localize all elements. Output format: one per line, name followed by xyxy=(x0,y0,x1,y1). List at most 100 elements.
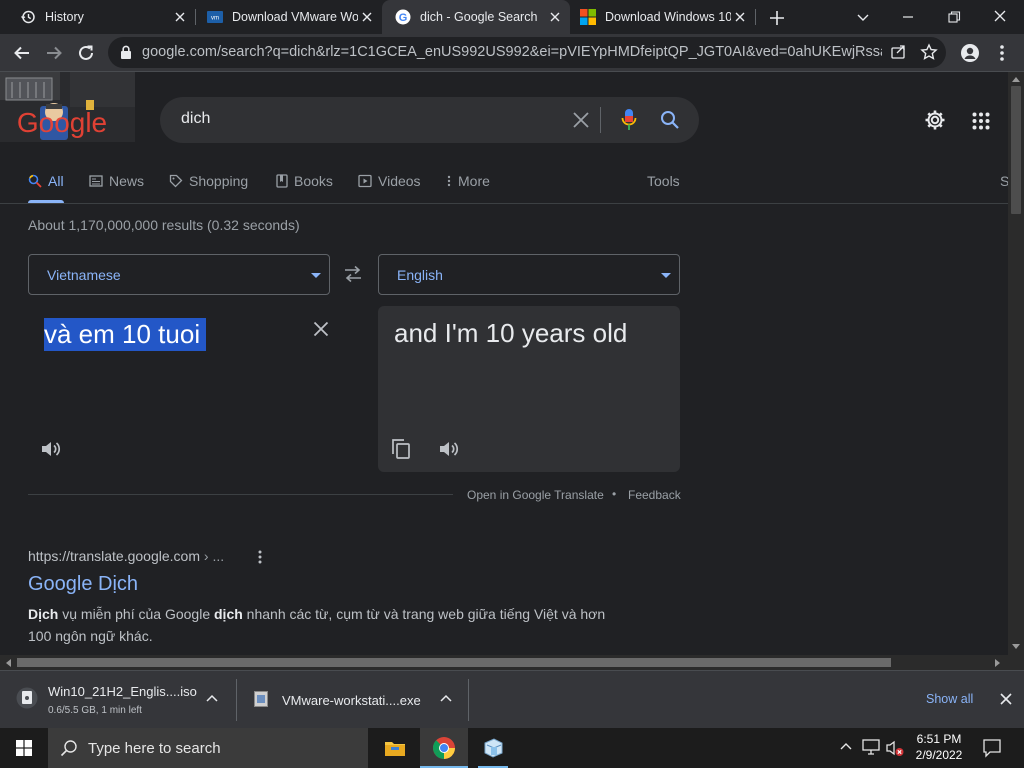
swap-languages-icon[interactable] xyxy=(343,265,363,283)
network-icon[interactable] xyxy=(862,739,880,755)
listen-translation-icon[interactable] xyxy=(438,439,460,459)
clear-search-icon[interactable] xyxy=(571,110,591,130)
result-url[interactable]: https://translate.google.com › ... xyxy=(28,548,224,564)
tools-button[interactable]: Tools xyxy=(647,172,680,190)
search-box[interactable]: dich xyxy=(160,97,699,143)
result-title-link[interactable]: Google Dịch xyxy=(28,573,138,596)
snippet-text: vụ miễn phí của Google xyxy=(58,606,214,622)
search-icon xyxy=(28,174,42,188)
file-explorer-taskbar-button[interactable] xyxy=(374,728,416,768)
open-in-translate-link[interactable]: Open in Google Translate xyxy=(467,488,604,502)
microphone-icon[interactable] xyxy=(621,108,637,132)
tab-label: All xyxy=(48,173,64,189)
taskbar-search-box[interactable]: Type here to search xyxy=(48,728,368,768)
result-url-host: https://translate.google.com xyxy=(28,548,200,564)
bookmark-star-icon[interactable] xyxy=(920,43,938,61)
tab-vmware[interactable]: vm Download VMware Wo xyxy=(187,0,382,34)
dropdown-arrow-icon xyxy=(311,273,321,278)
close-tab-icon[interactable] xyxy=(731,8,749,26)
dropdown-arrow-icon xyxy=(661,273,671,278)
translation-output: and I'm 10 years old xyxy=(394,318,628,348)
search-query[interactable]: dich xyxy=(181,110,210,128)
vmware-taskbar-button[interactable] xyxy=(472,728,514,768)
new-tab-icon[interactable] xyxy=(766,7,788,29)
tab-all[interactable]: All xyxy=(28,172,64,190)
horizontal-scrollbar[interactable] xyxy=(0,655,1024,670)
search-divider xyxy=(600,107,601,133)
address-bar[interactable]: google.com/search?q=dich&rlz=1C1GCEA_enU… xyxy=(108,37,946,68)
tab-windows[interactable]: Download Windows 10 xyxy=(560,0,755,34)
download-status: 0.6/5.5 GB, 1 min left xyxy=(48,705,142,716)
start-button[interactable] xyxy=(0,728,48,768)
svg-text:G: G xyxy=(399,12,408,24)
settings-gear-icon[interactable] xyxy=(924,109,946,131)
google-icon: G xyxy=(395,9,411,25)
chevron-up-icon[interactable] xyxy=(440,694,452,702)
listen-source-icon[interactable] xyxy=(40,439,62,459)
book-icon xyxy=(276,174,288,188)
snippet-text: 100 ngôn ngữ khác. xyxy=(28,628,153,644)
tab-divider xyxy=(755,9,756,25)
scroll-up-arrow-icon[interactable] xyxy=(1012,76,1020,82)
tab-videos[interactable]: Videos xyxy=(358,172,421,190)
vertical-scrollbar[interactable] xyxy=(1008,72,1024,655)
notifications-icon[interactable] xyxy=(982,738,1002,758)
tab-shopping[interactable]: Shopping xyxy=(169,172,248,190)
back-arrow-icon[interactable] xyxy=(8,39,36,67)
feedback-link[interactable]: Feedback xyxy=(628,488,681,502)
tab-google-search[interactable]: G dich - Google Search xyxy=(382,0,570,34)
minimize-icon[interactable] xyxy=(898,8,918,26)
download-shelf: Win10_21H2_Englis....iso 0.6/5.5 GB, 1 m… xyxy=(0,670,1024,728)
url-text[interactable]: google.com/search?q=dich&rlz=1C1GCEA_enU… xyxy=(142,44,882,60)
chrome-taskbar-button[interactable] xyxy=(420,728,468,768)
apps-grid-icon[interactable] xyxy=(972,112,990,130)
snippet-highlight: Dịch xyxy=(28,606,59,622)
scroll-left-arrow-icon[interactable] xyxy=(5,659,11,667)
newspaper-icon xyxy=(89,175,103,187)
browser-toolbar: google.com/search?q=dich&rlz=1C1GCEA_enU… xyxy=(0,34,1024,72)
result-options-icon[interactable] xyxy=(255,549,265,565)
show-all-downloads-button[interactable]: Show all xyxy=(926,692,973,706)
clear-source-icon[interactable] xyxy=(313,321,329,337)
download-item[interactable]: VMware-workstati....exe xyxy=(237,671,468,728)
search-icon xyxy=(60,740,77,757)
tab-books[interactable]: Books xyxy=(276,172,333,190)
vmware-icon: vm xyxy=(207,9,223,25)
tab-search-chevron-icon[interactable] xyxy=(854,8,872,26)
forward-arrow-icon[interactable] xyxy=(40,39,68,67)
close-downloads-icon[interactable] xyxy=(1000,693,1012,705)
source-text-input[interactable]: và em 10 tuoi xyxy=(44,318,207,351)
profile-icon[interactable] xyxy=(956,39,984,67)
tab-more[interactable]: More xyxy=(446,172,490,190)
copy-icon[interactable] xyxy=(391,438,411,460)
tab-strip: History vm Download VMware Wo G dich - G… xyxy=(0,0,1024,34)
clock-date: 2/9/2022 xyxy=(915,748,963,762)
restore-icon[interactable] xyxy=(944,8,964,26)
reload-icon[interactable] xyxy=(72,39,100,67)
windows-icon xyxy=(580,9,596,25)
source-language-select[interactable]: Vietnamese xyxy=(28,254,330,295)
scroll-right-arrow-icon[interactable] xyxy=(995,659,1001,667)
tab-news[interactable]: News xyxy=(89,172,144,190)
show-hidden-icons-chevron-icon[interactable] xyxy=(840,742,852,750)
tab-history[interactable]: History xyxy=(0,0,195,34)
result-stats: About 1,170,000,000 results (0.32 second… xyxy=(28,217,300,233)
google-doodle-logo[interactable]: Google xyxy=(0,72,135,142)
horizontal-scroll-thumb[interactable] xyxy=(17,658,891,667)
browser-menu-icon[interactable] xyxy=(988,39,1016,67)
chevron-up-icon[interactable] xyxy=(206,694,218,702)
search-icon[interactable] xyxy=(660,110,680,130)
close-window-icon[interactable] xyxy=(990,8,1010,26)
share-icon[interactable] xyxy=(890,44,908,60)
volume-muted-icon[interactable] xyxy=(886,739,904,757)
scroll-down-arrow-icon[interactable] xyxy=(1012,644,1020,650)
target-language-select[interactable]: English xyxy=(378,254,680,295)
download-divider xyxy=(468,679,469,721)
snippet-text: nhanh các từ, cụm từ và trang web giữa t… xyxy=(242,606,606,622)
lock-icon[interactable] xyxy=(120,45,132,59)
clock[interactable]: 6:51 PM 2/9/2022 xyxy=(908,731,970,763)
safesearch-label-cut[interactable]: S xyxy=(1000,172,1008,190)
vertical-scroll-thumb[interactable] xyxy=(1011,86,1021,214)
close-tab-icon[interactable] xyxy=(358,8,376,26)
download-item[interactable]: Win10_21H2_Englis....iso 0.6/5.5 GB, 1 m… xyxy=(0,671,236,728)
